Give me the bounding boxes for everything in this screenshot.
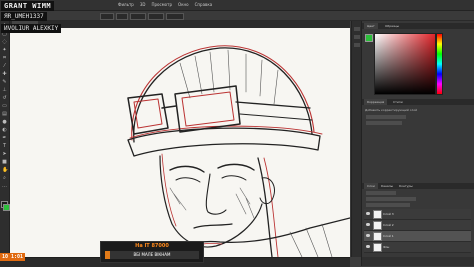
brush-tool-icon[interactable]: ✎ <box>2 80 7 85</box>
adjustment-icons-row[interactable] <box>366 115 406 119</box>
dodge-tool-icon[interactable]: ◐ <box>2 128 7 133</box>
opacity-field[interactable] <box>130 13 146 20</box>
photoshop-window: Ps Фильтр 3D Просмотр Окно Справка ✥ ▢ ◌… <box>0 0 474 267</box>
layer-row[interactable]: Слой 3 <box>364 209 471 220</box>
stamp-tool-icon[interactable]: ⊥ <box>2 88 7 93</box>
menu-view[interactable]: Просмотр <box>151 2 172 7</box>
menu-window[interactable]: Окно <box>178 2 189 7</box>
type-tool-icon[interactable]: T <box>2 144 7 149</box>
foreground-color-chip[interactable] <box>365 34 373 42</box>
layer-name: Слой 3 <box>383 212 394 216</box>
pen-tool-icon[interactable]: ✒ <box>2 136 7 141</box>
toolbox: ✥ ▢ ◌ ✦ ⌗ ⁄ ✚ ✎ ⊥ ↺ ▭ ▤ ● ◐ ✒ T ➤ ■ ✋ ⌕ … <box>0 21 10 257</box>
streamer-id-overlay: ЯR_UMEH1337 <box>1 12 47 21</box>
shape-tool-icon[interactable]: ■ <box>2 160 7 165</box>
layer-name: Слой 1 <box>383 234 394 238</box>
streamer-alias-overlay: ИVOLIUR ALEXKIY <box>1 24 62 33</box>
menu-filter[interactable]: Фильтр <box>118 2 134 7</box>
background-color-swatch[interactable] <box>3 204 10 211</box>
lasso-tool-icon[interactable]: ◌ <box>2 40 7 45</box>
tab-layers[interactable]: Слои <box>364 183 378 189</box>
visibility-eye-icon[interactable] <box>366 245 370 248</box>
hand-tool-icon[interactable]: ✋ <box>2 168 8 173</box>
adjustments-panel-tabs: Коррекция Стили <box>362 99 474 105</box>
path-select-tool-icon[interactable]: ➤ <box>2 152 7 157</box>
crop-tool-icon[interactable]: ⌗ <box>2 56 7 61</box>
layer-row[interactable]: Слой 2 <box>364 220 471 231</box>
menu-items: Фильтр 3D Просмотр Окно Справка <box>118 2 212 7</box>
layer-thumbnail <box>373 210 382 219</box>
donation-progress-label: ВБІ МАЛЕ ВІКНАМ <box>133 252 171 257</box>
donation-progress-track: ВБІ МАЛЕ ВІКНАМ <box>105 251 199 259</box>
options-bar <box>0 11 474 21</box>
color-panel-tabs: Цвет Образцы <box>362 23 474 29</box>
history-panel-icon[interactable] <box>354 27 360 31</box>
adjustment-icons-row-2[interactable] <box>366 121 402 125</box>
tab-adjustments[interactable]: Коррекция <box>364 99 388 105</box>
brush-panel-icon[interactable] <box>354 43 360 47</box>
properties-panel-icon[interactable] <box>354 35 360 39</box>
edit-toolbar-icon[interactable]: … <box>2 184 7 189</box>
layers-footer-buttons[interactable] <box>362 257 474 266</box>
tab-swatches[interactable]: Образцы <box>382 23 402 29</box>
history-brush-tool-icon[interactable]: ↺ <box>2 96 7 101</box>
visibility-eye-icon[interactable] <box>366 234 370 237</box>
mode-field[interactable] <box>116 13 128 20</box>
streamer-name-overlay: GRANT WIMM <box>1 1 55 11</box>
soldier-sketch <box>127 45 350 257</box>
lock-row[interactable] <box>366 203 410 207</box>
hue-slider[interactable] <box>436 33 443 95</box>
donation-goal-widget: На IT 87000 ВБІ МАЛЕ ВІКНАМ <box>100 241 204 263</box>
layer-thumbnail <box>373 232 382 241</box>
right-panels: Цвет Образцы Коррекция Стили Добавить ко… <box>361 21 474 266</box>
add-adjustment-label: Добавить корректирующий слой <box>365 108 418 112</box>
tab-paths[interactable]: Контуры <box>396 183 416 189</box>
layer-thumbnail <box>373 221 382 230</box>
tab-styles[interactable]: Стили <box>390 99 406 105</box>
layer-row-selected[interactable]: Слой 1 <box>364 231 471 242</box>
menu-help[interactable]: Справка <box>195 2 213 7</box>
eraser-tool-icon[interactable]: ▭ <box>2 104 7 109</box>
smoothing-field[interactable] <box>166 13 184 20</box>
flow-field[interactable] <box>148 13 164 20</box>
visibility-eye-icon[interactable] <box>366 212 370 215</box>
layer-name: Фон <box>383 245 390 249</box>
canvas[interactable] <box>10 28 350 257</box>
layers-panel-tabs: Слои Каналы Контуры <box>362 183 474 189</box>
menu-bar: Ps Фильтр 3D Просмотр Окно Справка <box>0 0 474 11</box>
blend-mode-row[interactable] <box>366 197 416 201</box>
brush-size-field[interactable] <box>100 13 114 20</box>
tab-channels[interactable]: Каналы <box>378 183 397 189</box>
color-picker-field[interactable] <box>374 33 436 95</box>
zoom-tool-icon[interactable]: ⌕ <box>2 176 7 181</box>
blur-tool-icon[interactable]: ● <box>2 120 7 125</box>
stream-counter: 10 1:01 <box>0 253 26 261</box>
menu-3d[interactable]: 3D <box>140 2 146 7</box>
visibility-eye-icon[interactable] <box>366 223 370 226</box>
eyedropper-tool-icon[interactable]: ⁄ <box>2 64 7 69</box>
magic-wand-tool-icon[interactable]: ✦ <box>2 48 7 53</box>
layer-row[interactable]: Фон <box>364 242 471 253</box>
gradient-tool-icon[interactable]: ▤ <box>2 112 7 117</box>
layer-filter-row[interactable] <box>366 191 396 195</box>
layer-name: Слой 2 <box>383 223 394 227</box>
layer-thumbnail <box>373 243 382 252</box>
donation-goal-title: На IT 87000 <box>135 243 169 249</box>
tab-color[interactable]: Цвет <box>364 23 378 29</box>
healing-tool-icon[interactable]: ✚ <box>2 72 7 77</box>
